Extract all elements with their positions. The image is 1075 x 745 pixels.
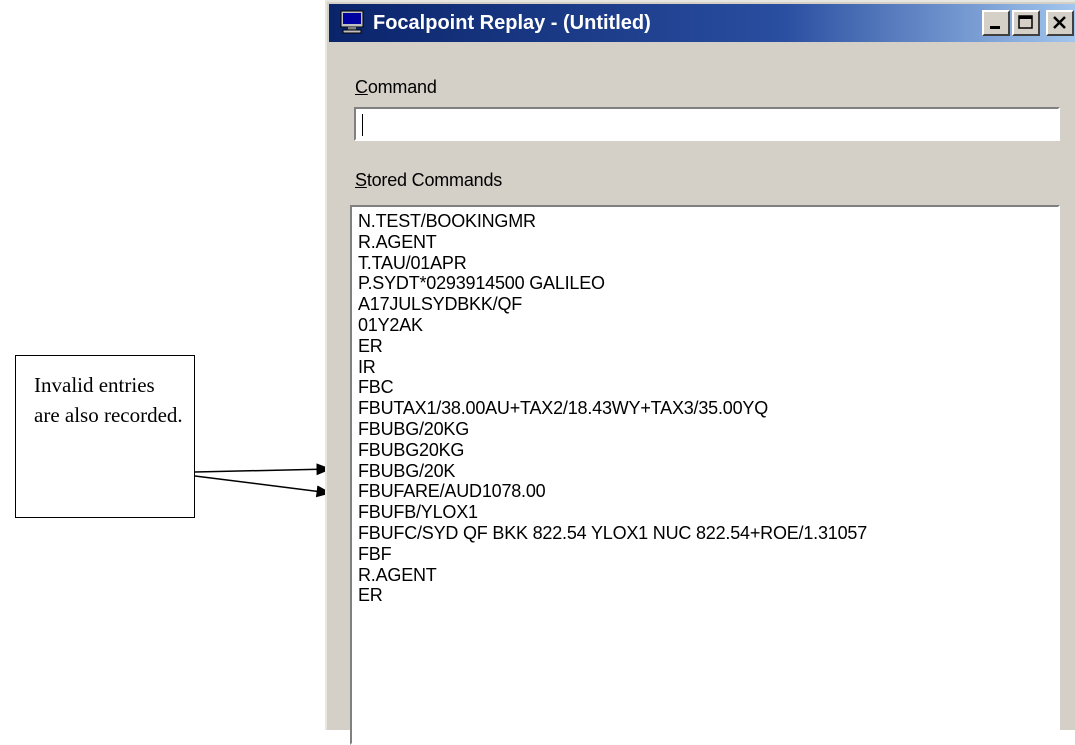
list-item[interactable]: FBUTAX1/38.00AU+TAX2/18.43WY+TAX3/35.00Y… [358, 398, 1052, 419]
close-icon [1053, 16, 1066, 29]
stored-commands-label: Stored Commands [355, 170, 502, 191]
window-title: Focalpoint Replay - (Untitled) [373, 12, 651, 34]
list-item[interactable]: IR [358, 357, 1052, 378]
list-item[interactable]: N.TEST/BOOKINGMR [358, 211, 1052, 232]
command-label-accelerator: C [355, 77, 368, 97]
minimize-button[interactable] [982, 10, 1010, 36]
arrow-to-fbubg-20kg [194, 463, 332, 476]
minimize-icon [990, 26, 1000, 29]
list-item[interactable]: FBUBG/20KG [358, 419, 1052, 440]
text-caret [362, 114, 363, 136]
list-item[interactable]: FBUFARE/AUD1078.00 [358, 481, 1052, 502]
list-item[interactable]: R.AGENT [358, 232, 1052, 253]
maximize-button[interactable] [1012, 10, 1040, 36]
list-item[interactable]: FBUBG/20K [358, 461, 1052, 482]
arrow-to-fbubg20kg [194, 475, 332, 498]
list-item[interactable]: T.TAU/01APR [358, 253, 1052, 274]
command-label: Command [355, 77, 437, 98]
list-item[interactable]: P.SYDT*0293914500 GALILEO [358, 273, 1052, 294]
stored-label-accelerator: S [355, 170, 367, 190]
replay-window: Focalpoint Replay - (Untitled) Command S… [325, 0, 1075, 745]
close-button[interactable] [1046, 10, 1074, 36]
list-item[interactable]: 01Y2AK [358, 315, 1052, 336]
stored-commands-list[interactable]: N.TEST/BOOKINGMR R.AGENT T.TAU/01APR P.S… [350, 205, 1060, 745]
command-label-rest: ommand [367, 77, 437, 97]
list-item[interactable]: FBUBG20KG [358, 440, 1052, 461]
stored-label-rest: tored Commands [366, 170, 503, 190]
list-item[interactable]: FBUFB/YLOX1 [358, 502, 1052, 523]
list-item[interactable]: FBC [358, 377, 1052, 398]
title-bar[interactable]: Focalpoint Replay - (Untitled) [329, 4, 1075, 42]
command-input[interactable] [354, 107, 1060, 141]
list-item[interactable]: FBF [358, 544, 1052, 565]
maximize-icon [1018, 15, 1033, 29]
list-item[interactable]: R.AGENT [358, 565, 1052, 586]
annotation-text: Invalid entries are also recorded. [34, 373, 183, 427]
list-item[interactable]: FBUFC/SYD QF BKK 822.54 YLOX1 NUC 822.54… [358, 523, 1052, 544]
computer-icon [340, 10, 364, 34]
list-item[interactable]: ER [358, 585, 1052, 606]
list-item[interactable]: ER [358, 336, 1052, 357]
list-item[interactable]: A17JULSYDBKK/QF [358, 294, 1052, 315]
annotation-callout: Invalid entries are also recorded. [15, 355, 195, 518]
